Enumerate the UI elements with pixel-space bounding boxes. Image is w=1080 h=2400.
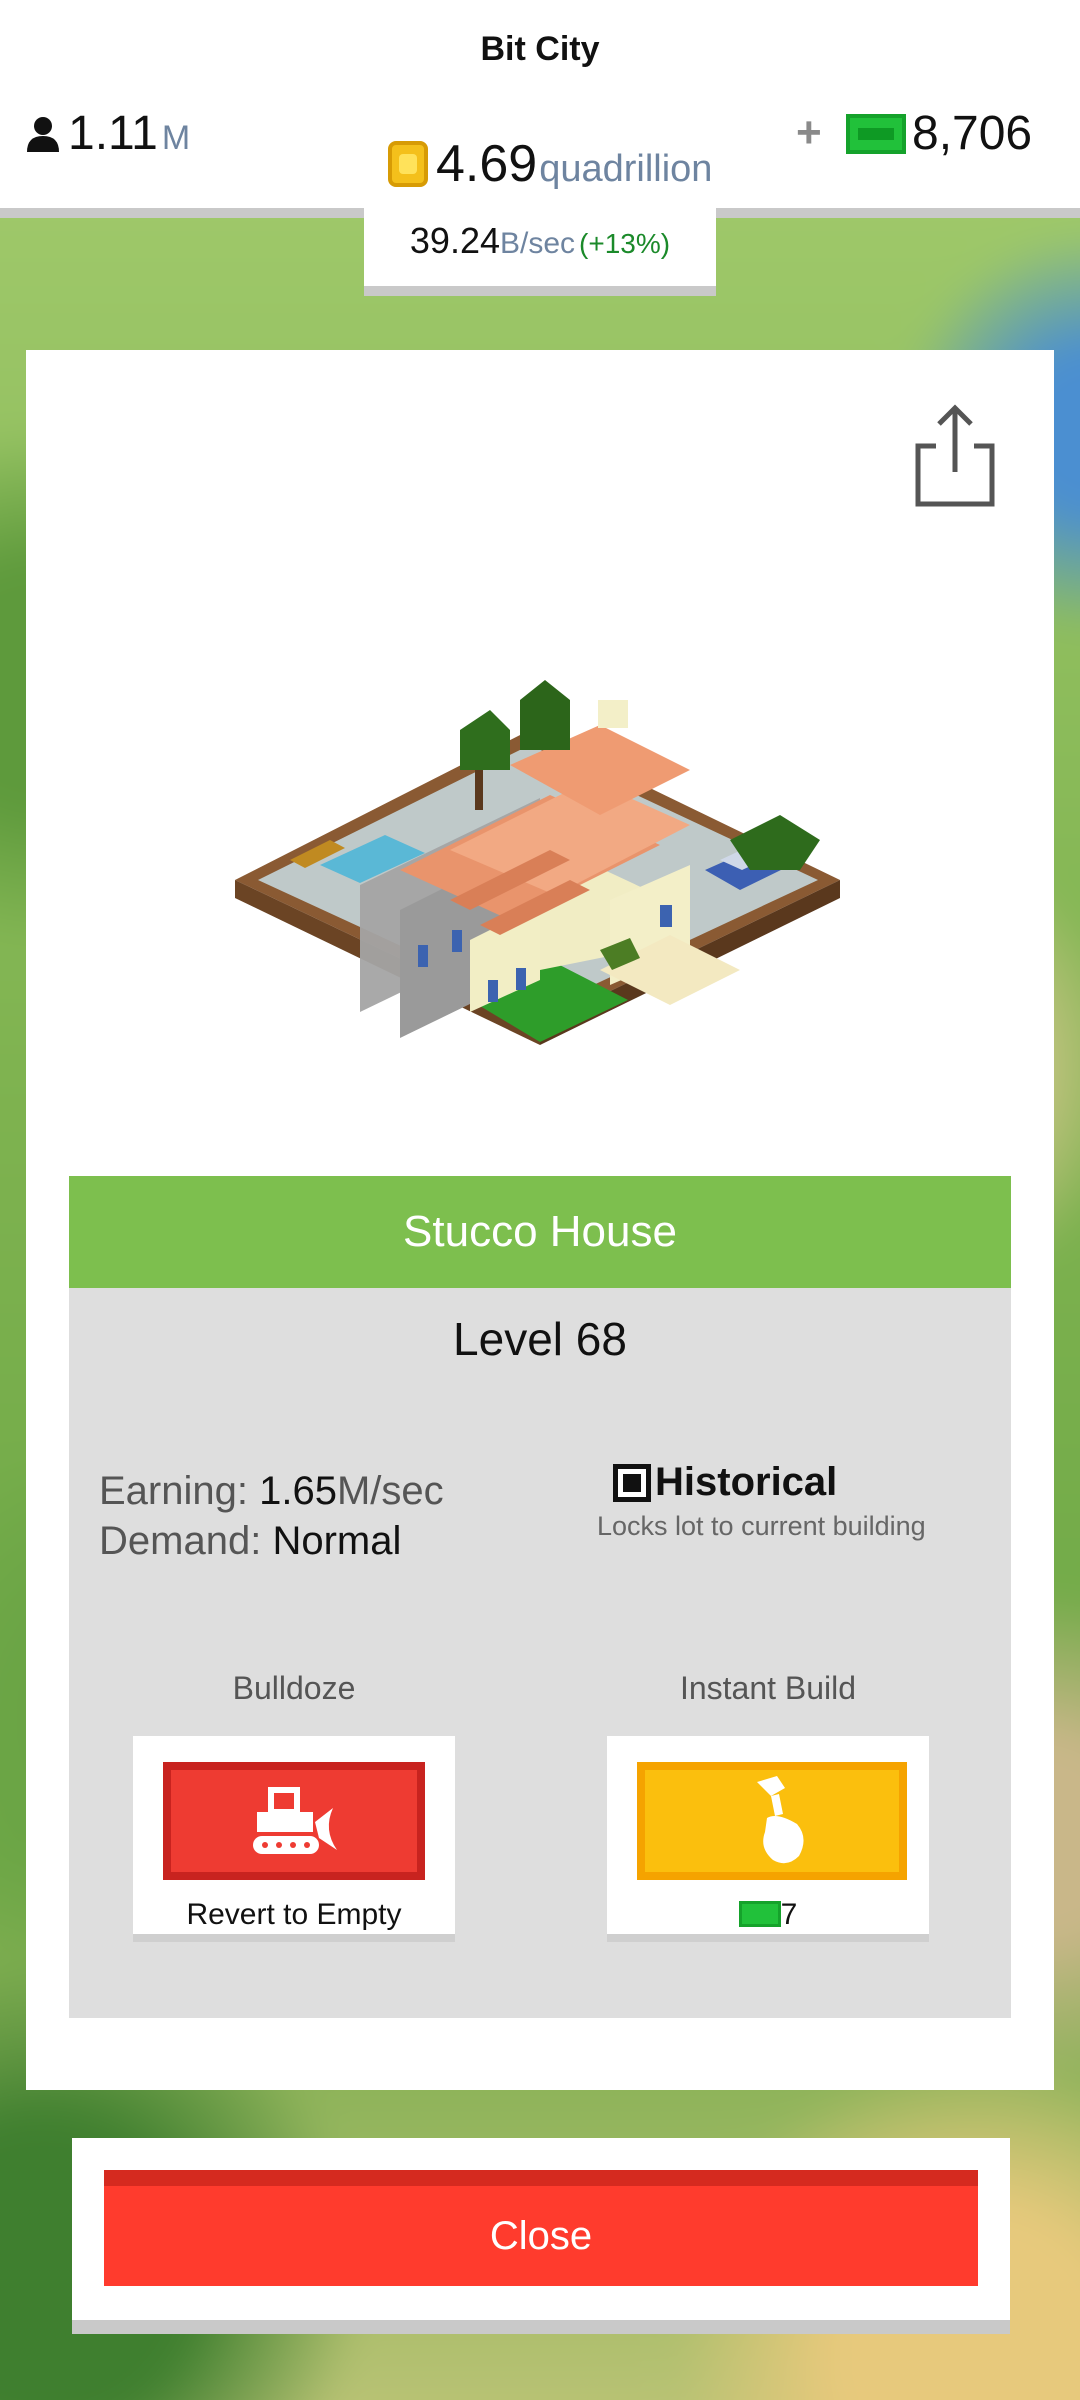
bux-counter[interactable]: 8,706	[846, 106, 1032, 161]
cash-unit: quadrillion	[539, 148, 713, 190]
demand-label: Demand:	[99, 1519, 262, 1563]
bux-value: 8,706	[912, 107, 1033, 160]
population-value: 1.11	[68, 107, 158, 160]
earning-value: 1.65	[259, 1469, 337, 1513]
person-icon	[27, 116, 59, 152]
bulldoze-button[interactable]: Revert to Empty	[133, 1736, 455, 1942]
buy-bux-button[interactable]: +	[796, 108, 822, 158]
building-image	[235, 680, 840, 1045]
historical-toggle[interactable]: Historical Locks lot to current building	[597, 1460, 926, 1542]
top-bar: Bit City 1.11 M 4.69 quadrillion + 8,706	[0, 0, 1080, 218]
cash-counter: 4.69 quadrillion	[388, 134, 712, 194]
bulldoze-action[interactable]	[163, 1762, 425, 1880]
hammer-icon	[757, 1776, 804, 1864]
bulldoze-label: Bulldoze	[232, 1670, 356, 1706]
instant-build-label: Instant Build	[679, 1670, 857, 1706]
rate-unit: B/sec	[500, 227, 576, 260]
cash-value: 4.69	[436, 135, 538, 193]
bux-icon	[738, 1901, 781, 1927]
demand-value: Normal	[272, 1519, 402, 1563]
instant-build-button[interactable]: 7	[607, 1736, 929, 1942]
revert-to-empty-caption: Revert to Empty	[186, 1898, 402, 1931]
population-unit: M	[161, 119, 191, 157]
income-rate-tab: 39.24B/sec (+13%)	[364, 200, 716, 296]
bux-icon	[846, 113, 906, 154]
earning-row: Earning: 1.65M/sec	[99, 1466, 444, 1516]
city-title: Bit City	[480, 30, 600, 68]
earning-unit: M/sec	[336, 1469, 444, 1513]
rate-value: 39.24	[409, 220, 500, 261]
population-counter: 1.11 M	[26, 106, 190, 161]
bulldozer-icon	[253, 1787, 337, 1854]
instant-build-action[interactable]	[637, 1762, 907, 1880]
instant-build-cost: 7	[607, 1898, 929, 1932]
close-panel: Close	[72, 2138, 1010, 2334]
coin-icon	[388, 141, 428, 187]
rate-bonus: (+13%)	[579, 228, 671, 259]
demand-row: Demand: Normal	[99, 1516, 444, 1566]
earning-label: Earning:	[99, 1469, 248, 1513]
historical-description: Locks lot to current building	[597, 1511, 926, 1541]
building-stats: Earning: 1.65M/sec Demand: Normal	[99, 1466, 444, 1566]
building-name-bar: Stucco House	[69, 1176, 1011, 1288]
instant-build-cost-value: 7	[780, 1898, 798, 1931]
building-level: Level 68	[453, 1313, 627, 1365]
close-button[interactable]: Close	[104, 2170, 978, 2286]
historical-checkbox[interactable]	[613, 1463, 651, 1502]
share-icon[interactable]	[912, 400, 998, 510]
historical-title: Historical	[655, 1460, 838, 1504]
building-info-panel: Level 68 Earning: 1.65M/sec Demand: Norm…	[69, 1288, 1011, 2018]
